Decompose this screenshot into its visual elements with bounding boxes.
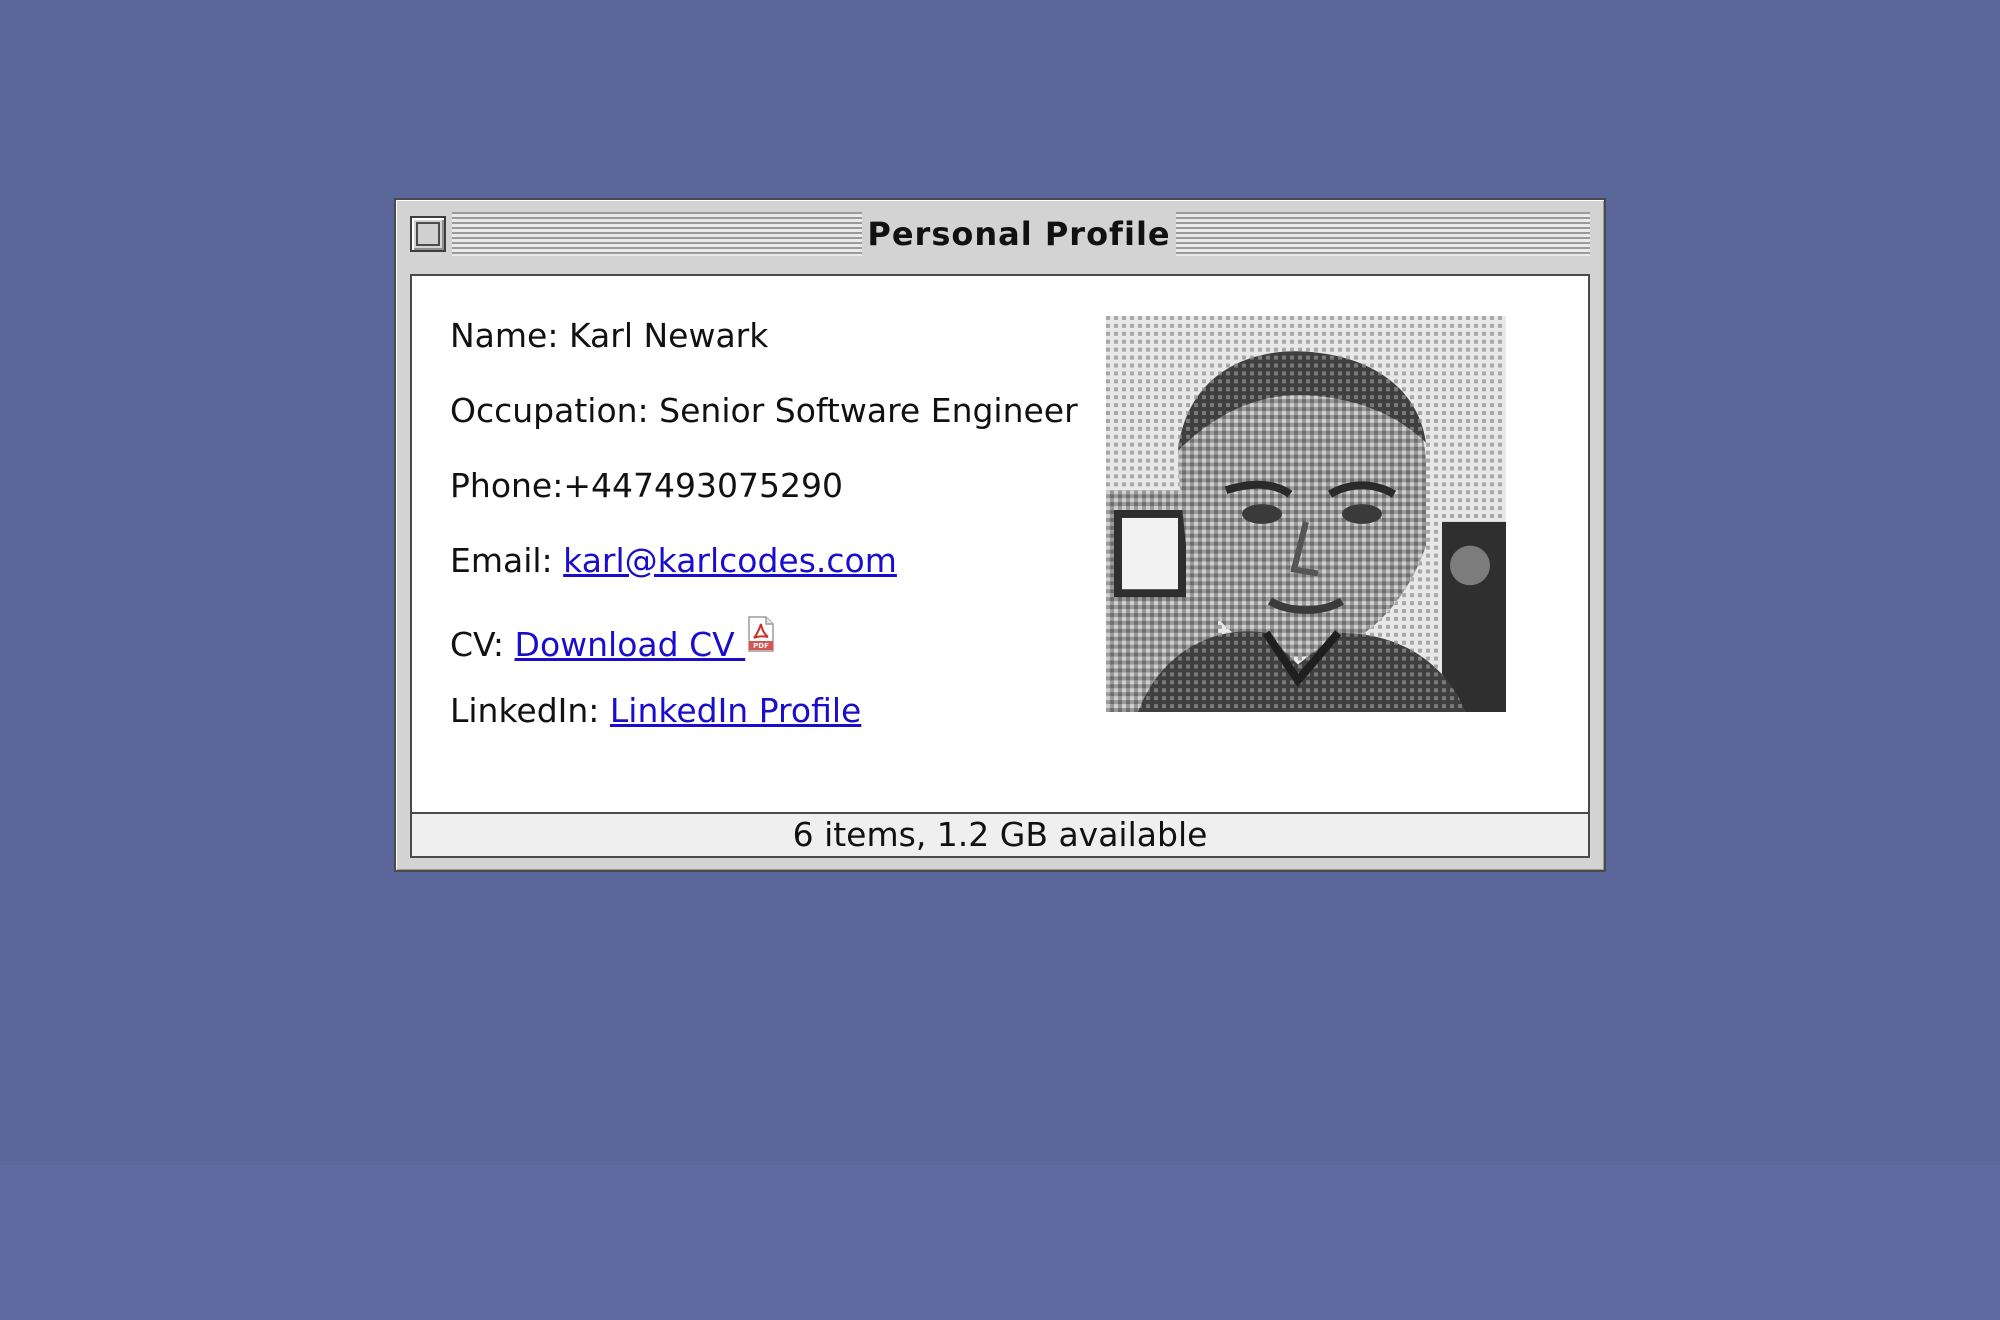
cv-row: CV: Download CV PDF bbox=[450, 616, 1070, 691]
phone-value: +447493075290 bbox=[563, 466, 843, 505]
titlebar-stripes-left bbox=[452, 212, 862, 256]
status-bar: 6 items, 1.2 GB available bbox=[410, 812, 1590, 858]
linkedin-label: LinkedIn: bbox=[450, 691, 610, 730]
phone-row: Phone:+447493075290 bbox=[450, 466, 1070, 541]
phone-label: Phone: bbox=[450, 466, 564, 505]
window-title: Personal Profile bbox=[862, 212, 1176, 256]
profile-photo bbox=[1106, 316, 1506, 712]
desktop-background-band bbox=[0, 1165, 2000, 1320]
occupation-label: Occupation: bbox=[450, 391, 660, 430]
linkedin-profile-link[interactable]: LinkedIn Profile bbox=[610, 691, 861, 730]
email-link[interactable]: karl@karlcodes.com bbox=[563, 541, 897, 580]
titlebar-stripes-right bbox=[1176, 212, 1590, 256]
close-box-inner bbox=[416, 222, 440, 246]
cv-label: CV: bbox=[450, 625, 515, 664]
email-label: Email: bbox=[450, 541, 564, 580]
close-box-icon[interactable] bbox=[410, 216, 446, 252]
name-value: Karl Newark bbox=[568, 316, 769, 355]
linkedin-row: LinkedIn: LinkedIn Profile bbox=[450, 691, 1070, 766]
name-label: Name: bbox=[450, 316, 569, 355]
pdf-file-icon[interactable]: PDF bbox=[747, 616, 775, 652]
name-row: Name: Karl Newark bbox=[450, 316, 1070, 391]
personal-profile-window: Personal Profile Name: Karl Newark Occup… bbox=[394, 198, 1606, 872]
email-row: Email: karl@karlcodes.com bbox=[450, 541, 1070, 616]
occupation-value: Senior Software Engineer bbox=[659, 391, 1078, 430]
svg-text:PDF: PDF bbox=[753, 642, 769, 650]
occupation-row: Occupation: Senior Software Engineer bbox=[450, 391, 1078, 466]
download-cv-link[interactable]: Download CV bbox=[515, 625, 746, 664]
profile-details: Name: Karl Newark Occupation: Senior Sof… bbox=[450, 316, 1078, 766]
window-titlebar[interactable]: Personal Profile bbox=[410, 212, 1590, 256]
window-content: Name: Karl Newark Occupation: Senior Sof… bbox=[410, 274, 1590, 812]
